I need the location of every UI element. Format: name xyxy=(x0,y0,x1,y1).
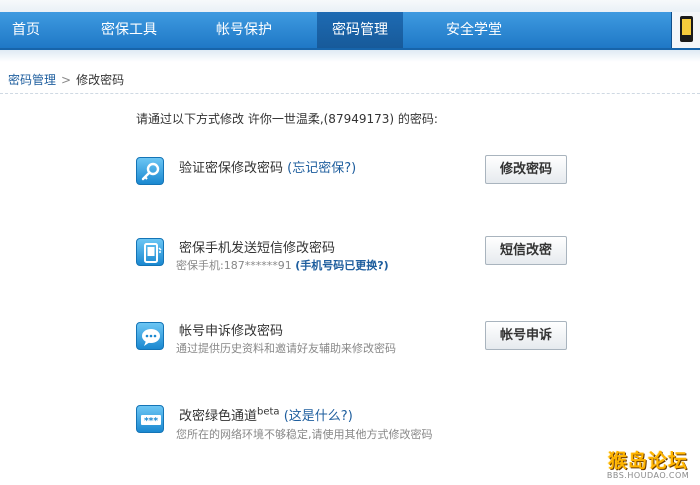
phone-changed-link[interactable]: (手机号码已更换?) xyxy=(295,259,388,272)
account-appeal-button[interactable]: 帐号申诉 xyxy=(485,321,567,350)
top-strip xyxy=(0,0,700,12)
option-desc: 您所在的网络环境不够稳定,请使用其他方式修改密码 xyxy=(176,428,433,441)
divider xyxy=(0,93,700,94)
option-appeal: 帐号申诉修改密码 通过提供历史资料和邀请好友辅助来修改密码 帐号申诉 xyxy=(0,320,700,380)
change-password-button[interactable]: 修改密码 xyxy=(485,155,567,184)
beta-label: beta xyxy=(257,406,280,418)
option-sms-change: 密保手机发送短信修改密码 密保手机:187******91 (手机号码已更换?)… xyxy=(0,235,700,295)
option-title: 密保手机发送短信修改密码 xyxy=(179,241,336,256)
nav-item-security-school[interactable]: 安全学堂 xyxy=(446,12,502,48)
nav-item-password-management[interactable]: 密码管理 xyxy=(317,12,403,48)
chat-bubble-icon xyxy=(136,322,164,350)
phone-sms-icon xyxy=(136,238,164,266)
sms-change-button[interactable]: 短信改密 xyxy=(485,236,567,265)
what-is-this-link[interactable]: (这是什么?) xyxy=(284,409,353,424)
option-title: 帐号申诉修改密码 xyxy=(179,324,284,339)
watermark-title: 猴岛论坛 xyxy=(607,450,688,472)
breadcrumb: 密码管理 > 修改密码 xyxy=(8,71,124,88)
forum-watermark: 猴岛论坛 BBS.HOUDAO.COM xyxy=(602,446,694,480)
secure-phone-number: 密保手机:187******91 xyxy=(176,259,292,272)
key-icon xyxy=(136,157,164,185)
nav-item-security-tools[interactable]: 密保工具 xyxy=(101,12,157,48)
option-title: 验证密保修改密码 (忘记密保?) xyxy=(179,157,356,176)
option-verify-security: 验证密保修改密码 (忘记密保?) 修改密码 xyxy=(0,150,700,210)
option-desc: 通过提供历史资料和邀请好友辅助来修改密码 xyxy=(176,342,396,355)
option-desc: 密保手机:187******91 (手机号码已更换?) xyxy=(176,257,389,273)
breadcrumb-separator: > xyxy=(61,73,72,87)
option-title-text: 改密绿色通道 xyxy=(179,409,258,424)
nav-item-account-protection[interactable]: 帐号保护 xyxy=(216,12,272,48)
option-green-channel: *** 改密绿色通道beta (这是什么?) 您所在的网络环境不够稳定,请使用其… xyxy=(0,402,700,462)
svg-text:***: *** xyxy=(144,417,158,427)
breadcrumb-link-password-management[interactable]: 密码管理 xyxy=(8,73,56,87)
forgot-security-link[interactable]: (忘记密保?) xyxy=(287,161,356,176)
nav-right-banner[interactable] xyxy=(671,12,700,48)
nav-item-home[interactable]: 首页 xyxy=(12,12,40,48)
sub-band xyxy=(0,50,700,62)
option-title: 改密绿色通道beta (这是什么?) xyxy=(179,405,353,424)
password-field-icon: *** xyxy=(136,405,164,433)
option-title-text: 验证密保修改密码 xyxy=(179,161,284,176)
main-nav: 首页 密保工具 帐号保护 密码管理 安全学堂 xyxy=(0,12,700,50)
watermark-url: BBS.HOUDAO.COM xyxy=(606,471,690,480)
breadcrumb-current: 修改密码 xyxy=(76,73,125,87)
mobile-phone-icon xyxy=(680,16,693,42)
intro-text: 请通过以下方式修改 许你一世温柔,(87949173) 的密码: xyxy=(136,112,438,126)
